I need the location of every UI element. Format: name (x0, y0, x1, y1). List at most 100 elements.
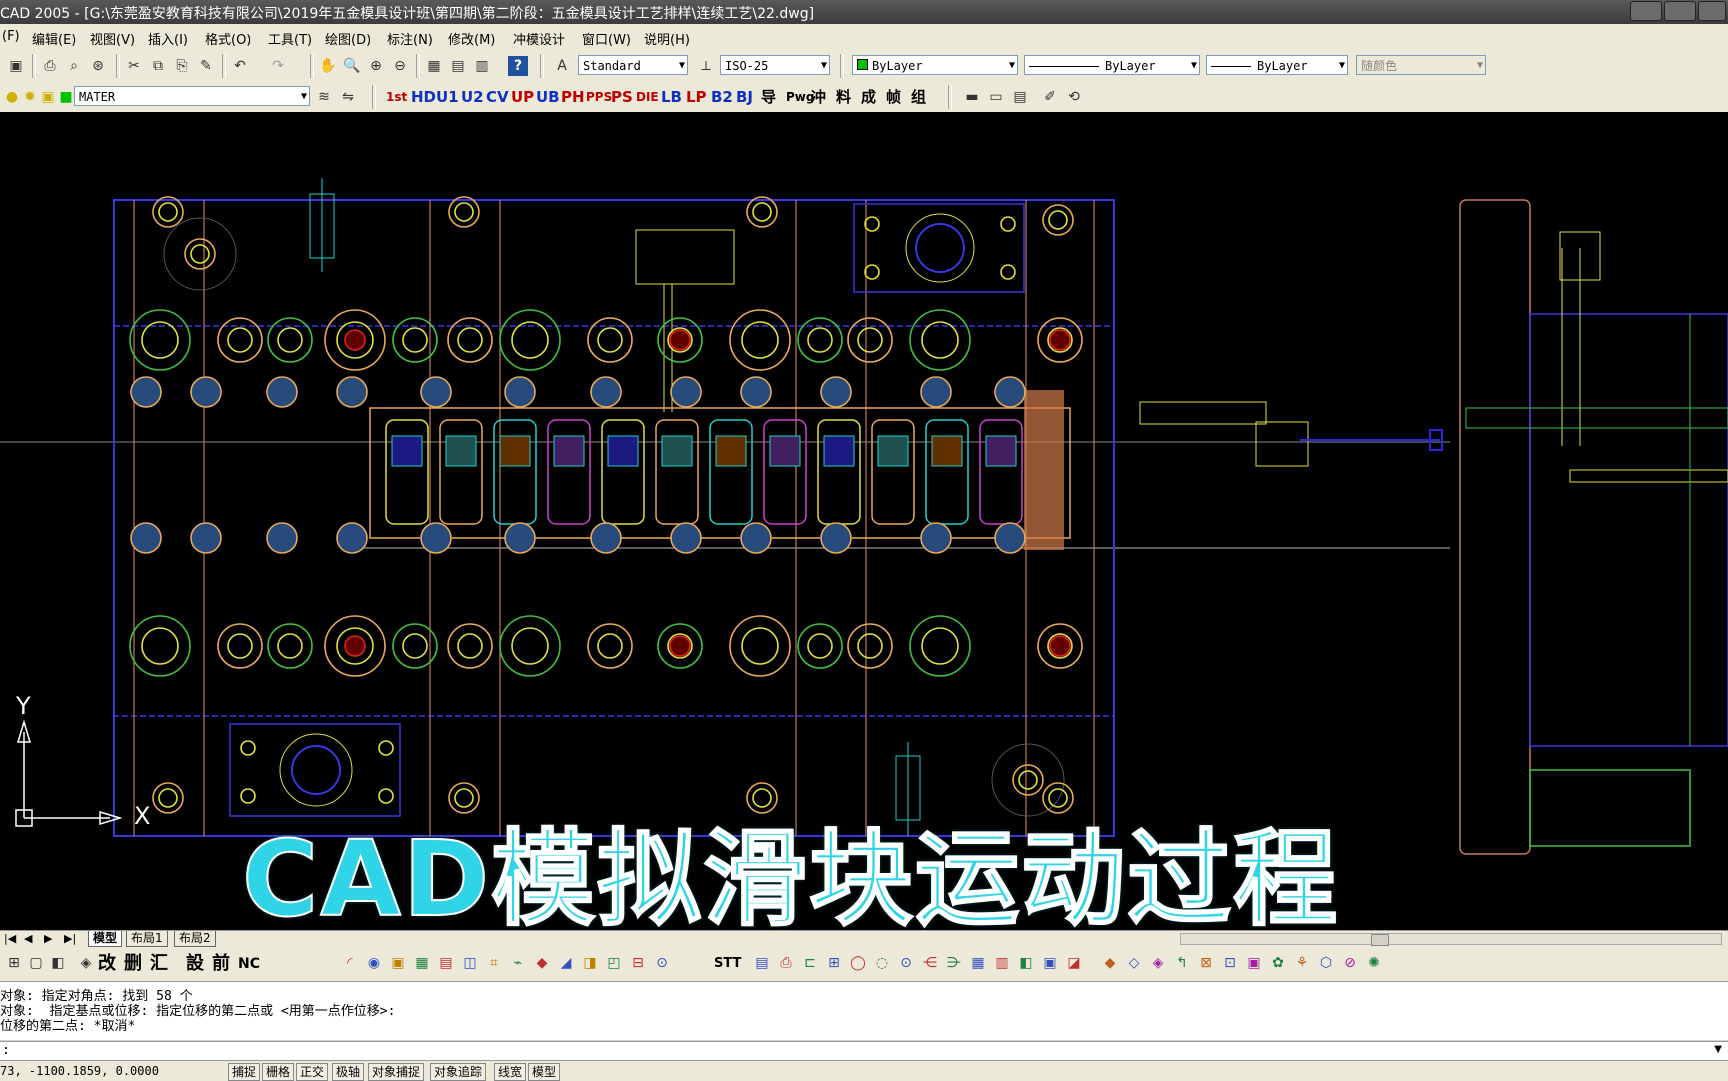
die-tool-18-button[interactable]: 料 (836, 86, 851, 108)
die-tool-12-button[interactable]: LP (686, 86, 707, 108)
layer-icon[interactable]: ◧ (48, 953, 68, 973)
tool-c-icon[interactable]: ◫ (460, 953, 480, 973)
edit-tool-10-icon[interactable]: ⊘ (1340, 953, 1360, 973)
tab-nav-prev-icon[interactable]: ◀ (24, 931, 32, 946)
menu-edit[interactable]: 编辑(E) (32, 29, 76, 48)
layer-previous-icon[interactable]: ⇋ (338, 87, 358, 107)
edit-tool-0-icon[interactable]: ◆ (1100, 953, 1120, 973)
circle-icon[interactable]: ◉ (364, 953, 384, 973)
edit-tool-8-icon[interactable]: ⚘ (1292, 953, 1312, 973)
die-tool-0-button[interactable]: 1st (386, 86, 407, 108)
edit-tool-9-icon[interactable]: ⬡ (1316, 953, 1336, 973)
plot-style-select[interactable]: 随颜色 ▼ (1356, 55, 1486, 75)
bottom-tool-2-button[interactable]: 汇 (150, 953, 168, 975)
edit-tool-7-icon[interactable]: ✿ (1268, 953, 1288, 973)
text-style-select[interactable]: Standard ▼ (578, 55, 688, 75)
menu-insert[interactable]: 插入(I) (148, 29, 188, 48)
dim-style-icon[interactable]: ⟂ (696, 56, 716, 76)
menu-format[interactable]: 格式(O) (205, 29, 251, 48)
die-tool-11-button[interactable]: LB (661, 86, 682, 108)
menu-help[interactable]: 说明(H) (644, 29, 690, 48)
zoom-extents-icon[interactable]: ⊞ (4, 953, 24, 973)
die-tool-2-button[interactable]: U1 (436, 86, 459, 108)
die-tool-19-button[interactable]: 成 (861, 86, 876, 108)
dim-aligned-icon[interactable]: ▭ (986, 87, 1006, 107)
zoom-window-icon[interactable]: ⊕ (366, 56, 386, 76)
paste-icon[interactable]: ⎘ (172, 56, 192, 76)
die-tool-3-button[interactable]: U2 (461, 86, 484, 108)
scrollbar-thumb[interactable] (1371, 934, 1389, 946)
polar-toggle[interactable]: 极轴 (332, 1063, 365, 1081)
tool-d-icon[interactable]: ⌗ (484, 953, 504, 973)
tab-nav-first-icon[interactable]: |◀ (4, 931, 16, 946)
text-style-icon[interactable]: A (552, 56, 572, 76)
menu-file[interactable]: (F) (2, 29, 20, 44)
dim-baseline-icon[interactable]: ▤ (1010, 87, 1030, 107)
dim-linear-icon[interactable]: ▬ (962, 87, 982, 107)
rectangle-icon[interactable]: ▢ (26, 953, 46, 973)
arc-icon[interactable]: ◜ (340, 953, 360, 973)
menu-dimension[interactable]: 标注(N) (387, 29, 433, 48)
tab-nav-next-icon[interactable]: ▶ (44, 931, 52, 946)
menu-modify[interactable]: 修改(M) (448, 29, 495, 48)
tool-i-icon[interactable]: ◰ (604, 953, 624, 973)
bottom-tool-3-button[interactable]: 設 (186, 953, 204, 975)
bottom-tool-1-button[interactable]: 删 (124, 953, 142, 975)
tool-h-icon[interactable]: ◨ (580, 953, 600, 973)
lineweight-toggle[interactable]: 线宽 (494, 1063, 527, 1081)
properties-icon[interactable]: ▦ (424, 56, 444, 76)
edit-tool-1-icon[interactable]: ◇ (1124, 953, 1144, 973)
otrack-toggle[interactable]: 对象追踪 (430, 1063, 487, 1081)
tool-g-icon[interactable]: ◢ (556, 953, 576, 973)
minimize-button[interactable] (1630, 1, 1662, 21)
redo-icon[interactable]: ↷ (268, 56, 288, 76)
linetype-select[interactable]: ByLayer ▼ (1024, 55, 1200, 75)
menu-view[interactable]: 视图(V) (90, 29, 135, 48)
draw-tool-6-icon[interactable]: ⊙ (896, 953, 916, 973)
draw-tool-10-icon[interactable]: ▥ (992, 953, 1012, 973)
die-tool-4-button[interactable]: CV (486, 86, 509, 108)
save-icon[interactable]: ▣ (6, 56, 26, 76)
tool-palettes-icon[interactable]: ▥ (472, 56, 492, 76)
copy-icon[interactable]: ⧉ (148, 56, 168, 76)
die-tool-10-button[interactable]: DIE (636, 86, 659, 108)
edit-tool-6-icon[interactable]: ▣ (1244, 953, 1264, 973)
osnap-toggle[interactable]: 对象捕捉 (368, 1063, 425, 1081)
match-properties-icon[interactable]: ✎ (196, 56, 216, 76)
menu-tools[interactable]: 工具(T) (268, 29, 312, 48)
edit-tool-3-icon[interactable]: ↰ (1172, 953, 1192, 973)
menu-die-design[interactable]: 冲模设计 (513, 29, 565, 48)
pan-icon[interactable]: ✋ (318, 56, 338, 76)
layer-color-icon[interactable]: ■ (56, 87, 76, 107)
die-tool-20-button[interactable]: 帧 (886, 86, 901, 108)
draw-tool-9-icon[interactable]: ▦ (968, 953, 988, 973)
tool-k-icon[interactable]: ⊙ (652, 953, 672, 973)
bottom-tool-0-button[interactable]: 改 (98, 953, 116, 975)
draw-tool-12-icon[interactable]: ▣ (1040, 953, 1060, 973)
draw-tool-8-icon[interactable]: ⋺ (944, 953, 964, 973)
layer-on-icon[interactable]: ● (2, 87, 22, 107)
layer-lock-icon[interactable]: ▣ (38, 87, 58, 107)
die-tool-6-button[interactable]: UB (536, 86, 560, 108)
publish-icon[interactable]: ⊛ (88, 56, 108, 76)
tool-j-icon[interactable]: ⊟ (628, 953, 648, 973)
cut-icon[interactable]: ✂ (124, 56, 144, 76)
die-tool-21-button[interactable]: 组 (911, 86, 926, 108)
horizontal-scrollbar[interactable] (1180, 933, 1722, 946)
maximize-button[interactable] (1664, 1, 1696, 21)
lineweight-select[interactable]: ByLayer ▼ (1206, 55, 1348, 75)
tab-nav-last-icon[interactable]: ▶| (64, 931, 76, 946)
draw-tool-4-icon[interactable]: ◯ (848, 953, 868, 973)
die-tool-15-button[interactable]: 导 (761, 86, 776, 108)
command-input[interactable]: : ▼ (0, 1041, 1728, 1060)
dim-style-select[interactable]: ISO-25 ▼ (720, 55, 830, 75)
zoom-realtime-icon[interactable]: 🔍 (342, 56, 362, 76)
scroll-down-icon[interactable]: ▼ (1714, 1044, 1722, 1055)
die-tool-7-button[interactable]: PH (561, 86, 585, 108)
tab-model[interactable]: 模型 (88, 931, 123, 947)
draw-tool-5-icon[interactable]: ◌ (872, 953, 892, 973)
tool-f-icon[interactable]: ◆ (532, 953, 552, 973)
tool-b-icon[interactable]: ▤ (436, 953, 456, 973)
stt-button[interactable]: STT (714, 953, 741, 975)
tab-layout2[interactable]: 布局2 (174, 931, 216, 947)
